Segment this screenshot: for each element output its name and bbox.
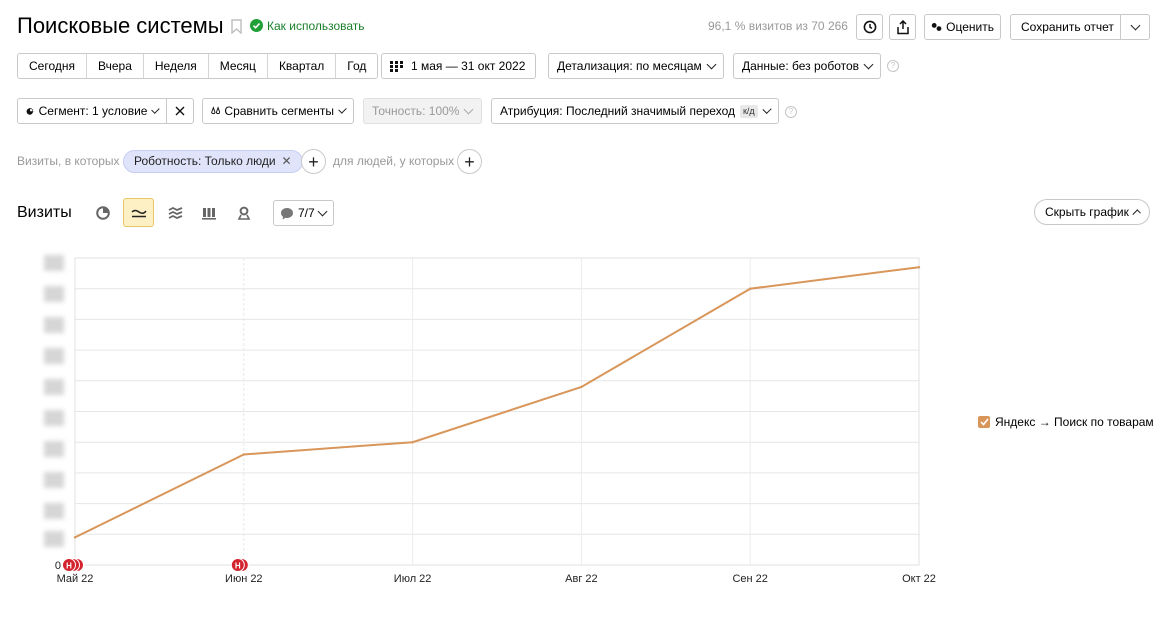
- notes-select[interactable]: 7/7: [273, 200, 334, 226]
- filter-pill[interactable]: Роботность: Только люди ✕: [123, 150, 303, 173]
- compare-label: Сравнить сегменты: [224, 104, 334, 118]
- x-tick-label: Авг 22: [565, 573, 597, 585]
- chevron-down-icon: [706, 59, 717, 69]
- x-tick-label: Окт 22: [902, 573, 936, 585]
- chart-legend: Яндекс → Поиск по товарам: [978, 415, 1154, 429]
- save-report-button[interactable]: Сохранить отчет: [1010, 14, 1121, 40]
- save-report-menu-button[interactable]: [1120, 14, 1150, 40]
- accuracy-select[interactable]: Точность: 100%: [363, 98, 482, 124]
- data-point: [411, 441, 414, 444]
- y-axis-labels-redacted: [44, 255, 64, 547]
- chevron-down-icon: [464, 104, 474, 114]
- rate-label: Оценить: [946, 20, 994, 34]
- line-chart-icon[interactable]: [123, 198, 154, 227]
- compare-segments-select[interactable]: Сравнить сегменты: [202, 98, 354, 124]
- visits-chart: Май 22 Июн 22 Июл 22 Авг 22 Сен 22 Окт 220 Н Н: [55, 257, 936, 585]
- chevron-up-icon: [1132, 209, 1141, 218]
- data-filter-select[interactable]: Данные: без роботов: [733, 53, 881, 79]
- chevron-down-icon: [1130, 20, 1140, 30]
- map-pin-icon[interactable]: [232, 201, 256, 225]
- filter-people-label: для людей, у которых: [333, 154, 455, 168]
- note-marker-dot: [234, 558, 249, 572]
- check-icon: [979, 418, 989, 426]
- accuracy-label: Точность: 100%: [372, 104, 460, 118]
- history-button[interactable]: [856, 14, 883, 40]
- chevron-down-icon: [317, 206, 328, 216]
- period-year[interactable]: Год: [336, 54, 378, 78]
- period-yesterday[interactable]: Вчера: [87, 54, 144, 78]
- segment-label: Сегмент: 1 условие: [38, 104, 148, 118]
- x-tick-label: Май 22: [57, 573, 94, 585]
- note-marker-label: Н: [66, 562, 72, 571]
- add-people-condition-button[interactable]: +: [457, 149, 482, 174]
- close-icon: [175, 106, 185, 116]
- note-marker-dot: [230, 558, 245, 572]
- notes-label: 7/7: [298, 206, 315, 220]
- help-icon[interactable]: ?: [785, 106, 797, 118]
- attribution-badge: к/д: [739, 104, 758, 118]
- x-tick-label: Июн 22: [225, 573, 263, 585]
- page-title: Поисковые системы: [17, 13, 224, 38]
- chevron-down-icon: [151, 104, 160, 114]
- chevron-down-icon: [762, 104, 772, 114]
- clock-icon: [863, 20, 876, 34]
- legend-label: Яндекс → Поиск по товарам: [995, 415, 1154, 429]
- compare-icon: [211, 106, 221, 115]
- note-marker-dot: [70, 558, 84, 572]
- chart-title: Визиты: [17, 204, 72, 221]
- y-tick-label: 0: [55, 560, 61, 572]
- chart-frame: [74, 257, 920, 566]
- note-marker-dot: [66, 558, 80, 572]
- rate-button[interactable]: Оценить: [924, 14, 1001, 40]
- rate-icon: [931, 23, 942, 31]
- help-check-icon: [250, 19, 263, 32]
- how-to-use-link[interactable]: Как использовать: [267, 18, 365, 34]
- period-today[interactable]: Сегодня: [18, 54, 87, 78]
- comment-icon: [281, 207, 293, 219]
- legend-checkbox[interactable]: [978, 416, 990, 428]
- save-report-label: Сохранить отчет: [1021, 20, 1114, 34]
- bookmark-icon[interactable]: [229, 18, 243, 34]
- chevron-down-icon: [338, 104, 347, 114]
- visits-share: 96,1 % визитов из 70 266: [708, 19, 848, 33]
- help-icon[interactable]: ?: [887, 60, 899, 72]
- chevron-down-icon: [863, 59, 874, 69]
- segment-select[interactable]: Сегмент: 1 условие: [17, 98, 167, 124]
- x-tick-label: Сен 22: [732, 573, 767, 585]
- calendar-icon: [390, 60, 403, 72]
- data-point: [580, 385, 583, 389]
- period-week[interactable]: Неделя: [143, 54, 209, 78]
- data-point: [242, 453, 245, 456]
- detail-select[interactable]: Детализация: по месяцам: [548, 53, 724, 79]
- filter-prefix: Визиты, в которых: [17, 154, 120, 168]
- date-range-label: 1 мая — 31 окт 2022: [411, 59, 526, 73]
- attribution-select[interactable]: Атрибуция: Последний значимый переход к/…: [491, 98, 779, 124]
- filter-pill-label: Роботность: Только люди: [134, 154, 276, 168]
- period-selector: Сегодня Вчера Неделя Месяц Квартал Год: [17, 53, 379, 79]
- data-point: [73, 536, 77, 539]
- pie-chart-icon[interactable]: [91, 201, 115, 225]
- note-marker-dot: [62, 558, 76, 572]
- pie-icon: [26, 107, 34, 115]
- note-marker-label: Н: [235, 562, 241, 571]
- data-point: [749, 287, 752, 290]
- data-filter-label: Данные: без роботов: [742, 59, 860, 73]
- export-button[interactable]: [889, 14, 916, 40]
- share-icon: [896, 19, 909, 34]
- series-line: [74, 266, 920, 539]
- attribution-label: Атрибуция: Последний значимый переход: [500, 104, 735, 118]
- hide-chart-label: Скрыть график: [1045, 205, 1129, 219]
- date-range-button[interactable]: 1 мая — 31 окт 2022: [381, 53, 536, 79]
- period-quarter[interactable]: Квартал: [267, 54, 337, 78]
- area-chart-icon[interactable]: [163, 201, 187, 225]
- close-icon[interactable]: ✕: [282, 151, 292, 172]
- x-tick-label: Июл 22: [394, 573, 432, 585]
- detail-label: Детализация: по месяцам: [557, 59, 702, 73]
- bar-chart-icon[interactable]: [197, 201, 221, 225]
- hide-chart-button[interactable]: Скрыть график: [1034, 199, 1150, 225]
- add-visit-condition-button[interactable]: +: [301, 149, 326, 174]
- segment-clear-button[interactable]: [166, 98, 194, 124]
- period-month[interactable]: Месяц: [208, 54, 268, 78]
- data-point: [917, 266, 921, 269]
